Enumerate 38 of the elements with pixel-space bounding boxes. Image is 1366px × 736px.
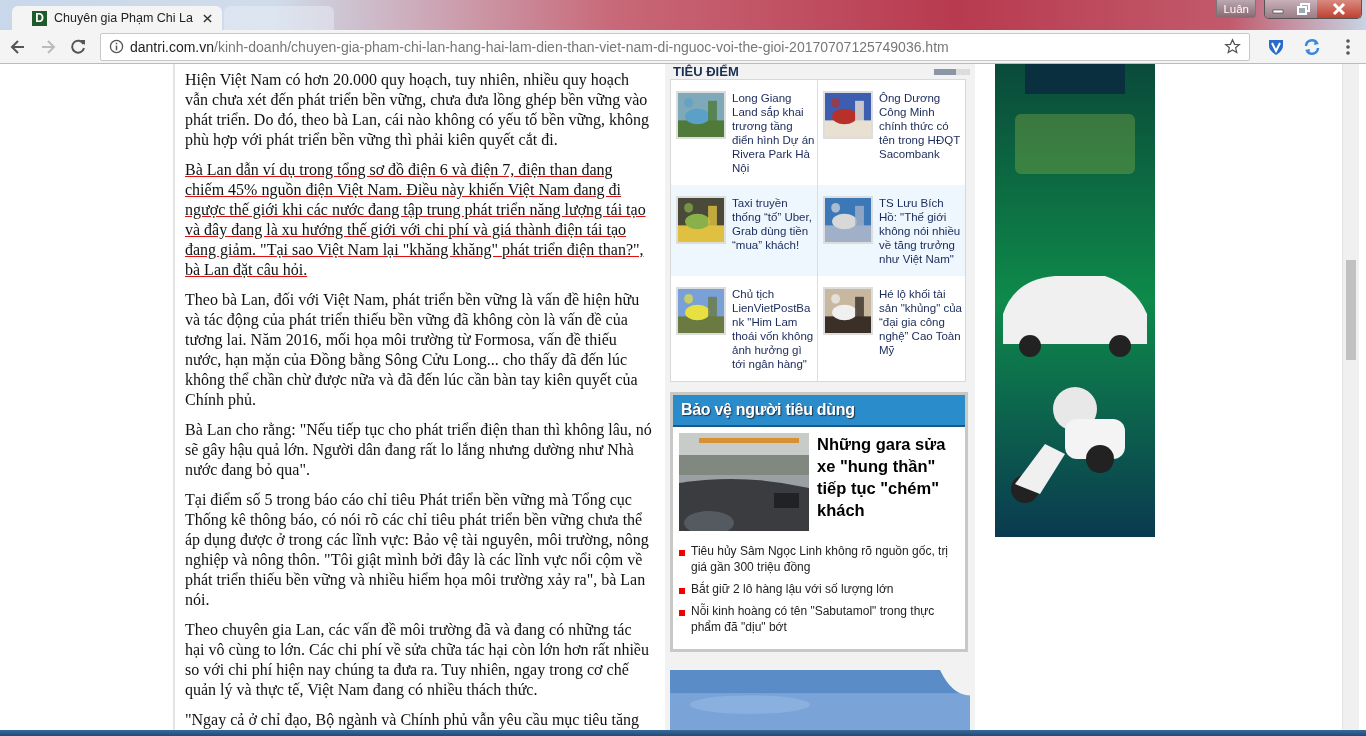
news-link[interactable]: Bắt giữ 2 lô hàng lậu với số lượng lớn [691, 581, 894, 597]
site-favicon: D [32, 10, 47, 26]
news-link[interactable]: Tiêu hủy Sâm Ngọc Linh không rõ nguồn gốc, trị giá gần 300 triệu đồng [691, 543, 959, 575]
restore-icon[interactable] [1291, 0, 1317, 18]
bullet-icon [679, 588, 685, 594]
scrollbar-thumb[interactable] [1346, 260, 1356, 360]
slider-pager[interactable] [934, 68, 970, 75]
news-link[interactable]: Nỗi kinh hoàng có tên "Sabutamol" trong thực phẩm đã "dịu" bớt [691, 603, 959, 635]
news-link[interactable]: Long Giang Land sắp khai trương tầng điển hình Dự án Rivera Park Hà Nội [732, 91, 815, 175]
news-link[interactable]: TS Lưu Bích Hồ: "Thế giới không nói nhiều về tăng trưởng như Việt Nam" [879, 196, 963, 266]
close-icon[interactable] [203, 13, 212, 23]
panel-title: Bảo vệ người tiêu dùng [681, 401, 855, 418]
article-paragraph: Bà Lan cho rằng: "Nếu tiếp tục cho phát triển điện than thì không lâu, nó sẽ gây hậu quả lớn. Người dân đang rất lo lắng nhưng dường như Nhà nước đang bỏ qua". [185, 420, 653, 480]
section-title: TIÊU ĐIỂM [672, 65, 739, 78]
article-paragraph: Theo bà Lan, đối với Việt Nam, phát triển bền vững là vấn đề hiện hữu và tác động của phát triển thiếu bền vững đã không còn là vấn đề của tương lai. Năm 2016, mối họa môi trường từ Formosa, vấn đề thiếu nước, hạn mặn của Đồng bằng Sông Cửu Long... cho thấy đã đến lúc không thể chần chừ được nữa và đã đến lúc cần bàn tay kiên quyết của Chính phủ. [185, 290, 641, 410]
browser-tab[interactable]: D Chuyên gia Phạm Chi La [12, 6, 222, 30]
url-text: dantri.com.vn/kinh-doanh/chuyen-gia-pham-chi-lan-hang-hai-lam-dien-than-viet-nam-di-nguoc-voi-the-gioi-20170707125749036.htm [130, 38, 950, 55]
profile-button[interactable]: Luân [1216, 0, 1256, 18]
news-link[interactable]: Hé lộ khối tài sản "khủng" của “đại gia công nghệ” Cao Toàn Mỹ [879, 287, 963, 371]
tab-title: Chuyên gia Phạm Chi La [54, 11, 194, 25]
headline-link[interactable]: Những gara sửa xe "hung thần" tiếp tục "chém" khách [817, 433, 959, 531]
news-link[interactable]: Taxi truyền thống “tố” Uber, Grab dùng tiền “mua” khách! [732, 196, 815, 266]
bookmark-star-icon[interactable] [1224, 38, 1241, 55]
article-paragraph: Bà Lan dẫn ví dụ trong tổng sơ đồ điện 6 và điện 7, điện than đang chiếm 45% nguồn điện Việt Nam. Điều này khiến Việt Nam đang đi ngược thế giới khi các nước đang tập trung phát triển năng lượng tái tạo và đây đang là xu hướng thế giới với chi phí và giá thành điện tái tạo đang giảm. "Tại sao Việt Nam lại "khăng khăng" phát triển điện than?", bà Lan đặt câu hỏi. [185, 160, 647, 280]
bullet-icon [679, 610, 685, 616]
article-paragraph: "Ngay cả ở chỉ đạo, Bộ ngành và Chính phủ vẫn yêu cầu mục tiêu tăng [185, 710, 640, 730]
article-paragraph: Hiện Việt Nam có hơn 20.000 quy hoạch, tuy nhiên, nhiều quy hoạch vẫn chưa xét đến phát triển bền vững, chưa đưa lồng ghép bền vững vào phát triển. Do đó, theo bà Lan, cái nào không có yếu tố bền vững, không phù hợp với phát triển bền vững thì phải kiên quyết cắt đi. [185, 70, 651, 150]
address-field[interactable]: dantri.com.vn/kinh-doanh/chuyen-gia-pham-chi-lan-hang-hai-lam-dien-than-viet-nam-di-nguoc-voi-the-gioi-20170707125749036.htm [100, 32, 1250, 61]
news-link[interactable]: Ông Dương Công Minh chính thức có tên trong HĐQT Sacombank [879, 91, 963, 175]
sync-icon[interactable] [1302, 36, 1322, 57]
news-link[interactable]: Chủ tịch LienVietPostBank "Him Lam thoái vốn không ảnh hưởng gì tới ngân hàng" [732, 287, 815, 371]
scrollbar[interactable] [1342, 64, 1359, 730]
article-paragraph: Tại điểm số 5 trong báo cáo chỉ tiêu Phát triển bền vững mà Tổng cục Thống kê thông báo, có nói rõ các chỉ tiêu phát triển bền vững chưa thể áp dụng được ở trong các lĩnh vực: Bảo vệ tài nguyên, môi trường, nông nghiệp và nông thôn. "Tôi giật mình bởi đây là các lĩnh vực nổi cộm về phát triển thiếu bền vững và nhiều hiểm họa môi trường xảy ra", bà Lan nói. [185, 490, 650, 610]
bullet-icon [679, 550, 685, 556]
close-icon[interactable] [1317, 0, 1361, 18]
article-paragraph: Theo chuyên gia Lan, các vấn đề môi trường đã và đang có những tác hại vô cùng to lớn. Các chi phí về sửa chữa tác hại còn lớn hơn rất nhiều so với chi phí hiện nay chúng ta đưa ra. Tuy nhiên, ngay trong cơ chế quản lý và thực tế, Việt Nam đang có nhiều thách thức. [185, 620, 650, 700]
minimize-icon[interactable] [1265, 0, 1291, 18]
info-icon[interactable] [109, 39, 124, 54]
